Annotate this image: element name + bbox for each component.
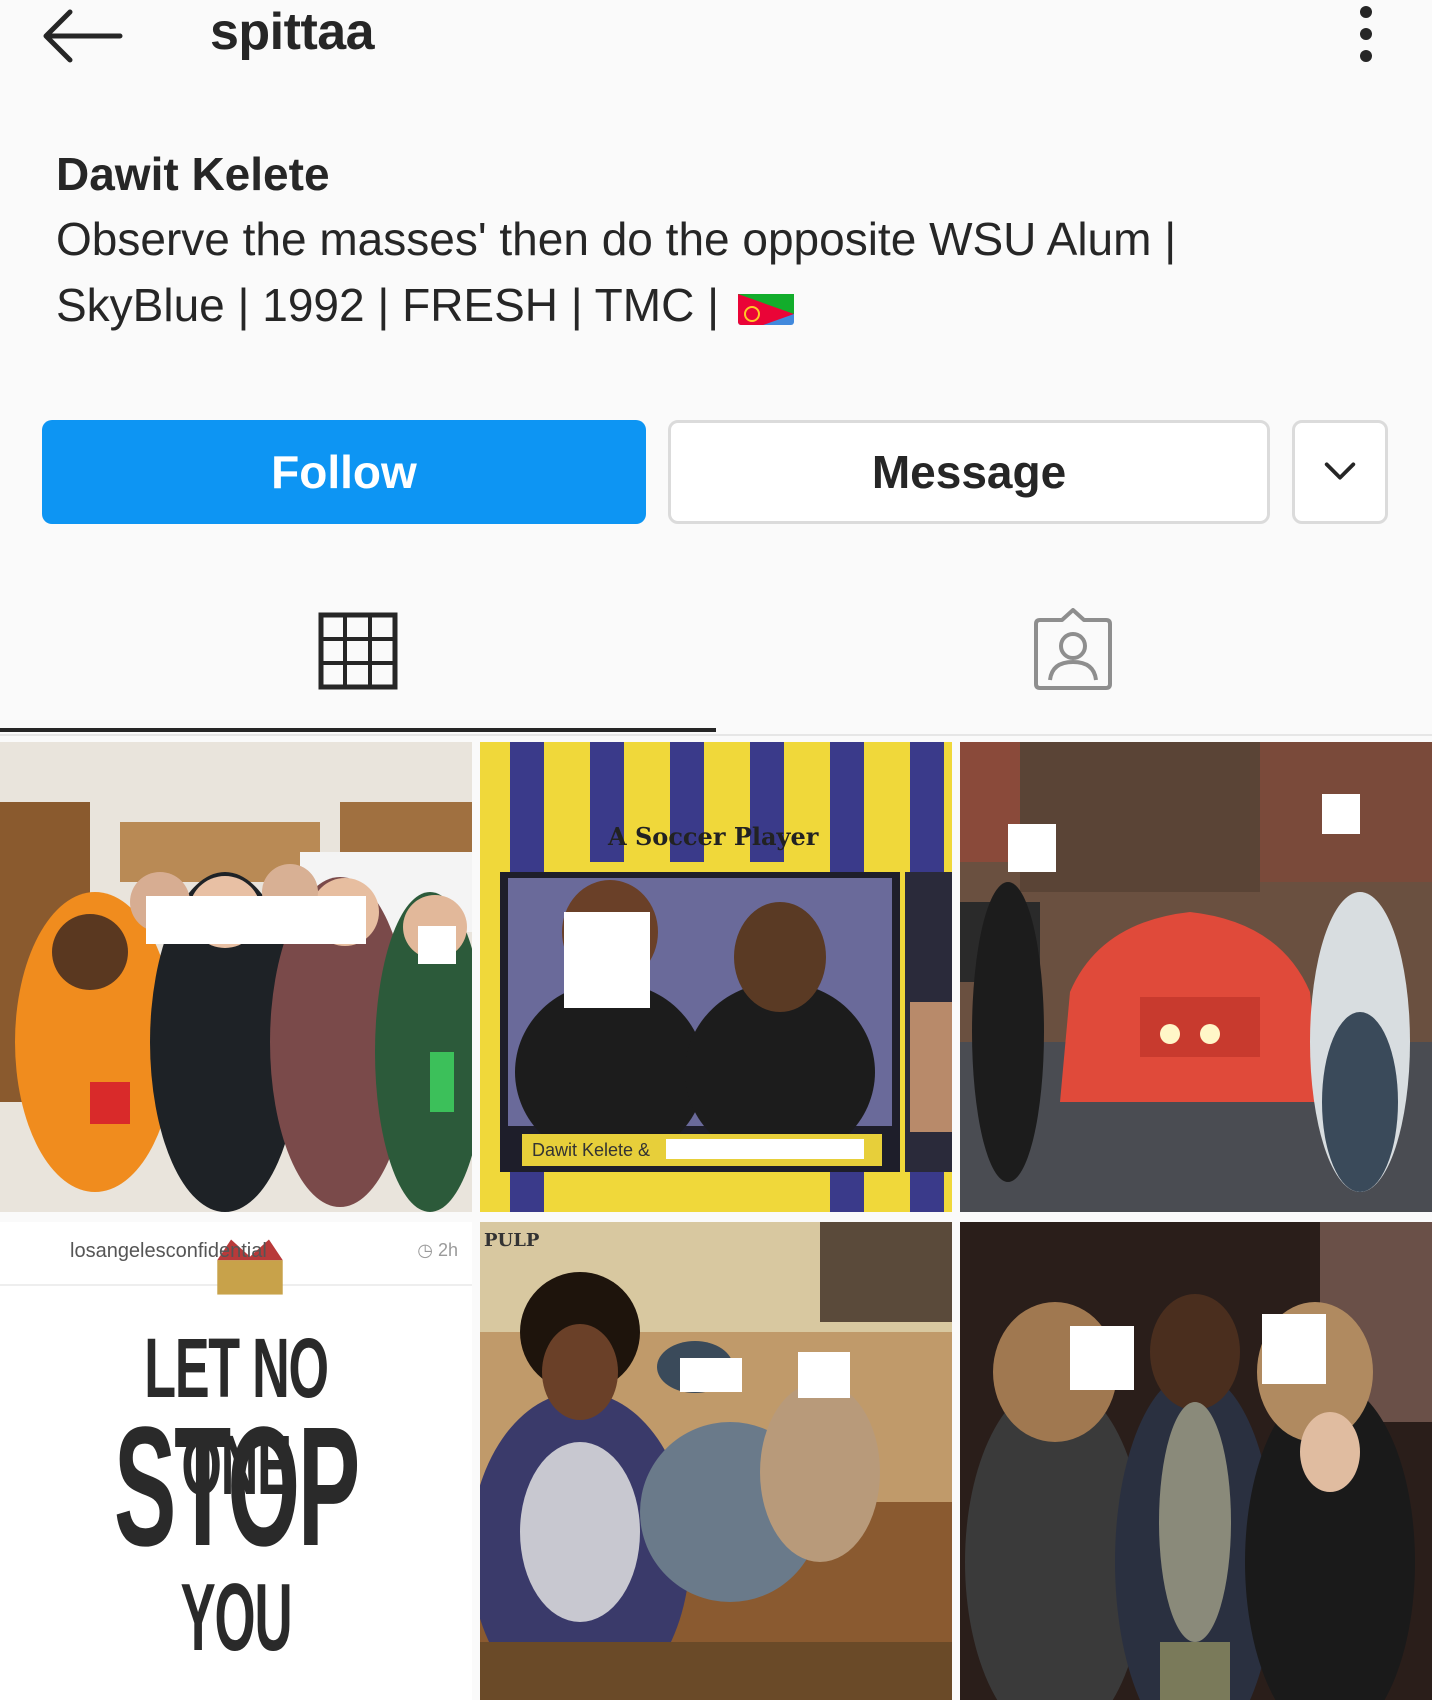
active-tab-indicator bbox=[0, 728, 716, 732]
yearbook-caption: A Soccer Player bbox=[608, 822, 819, 851]
post-thumbnail-1[interactable] bbox=[0, 742, 472, 1212]
posts-grid: A Soccer Player Dawit Kelete & losangele… bbox=[0, 742, 1432, 1700]
quote-post-header: losangelesconfidential ◷ 2h bbox=[0, 1222, 472, 1295]
profile-full-name: Dawit Kelete bbox=[56, 148, 330, 200]
post-thumbnail-2[interactable]: A Soccer Player Dawit Kelete & bbox=[480, 742, 952, 1212]
redaction-box bbox=[146, 896, 366, 944]
couch-photo bbox=[480, 1222, 952, 1700]
grid-icon[interactable] bbox=[318, 612, 398, 690]
quote-line-2: STOP bbox=[113, 1392, 360, 1582]
tagged-person-icon[interactable] bbox=[1032, 608, 1114, 690]
redaction-box bbox=[798, 1352, 850, 1398]
suggested-dropdown-button[interactable] bbox=[1292, 420, 1388, 524]
redaction-box bbox=[1070, 1326, 1134, 1390]
quote-post-time: ◷ 2h bbox=[417, 1240, 458, 1260]
redaction-box bbox=[666, 1139, 864, 1159]
car-photo bbox=[960, 742, 1432, 1212]
follow-button[interactable]: Follow bbox=[42, 420, 646, 524]
redaction-box bbox=[1322, 794, 1360, 834]
post-thumbnail-6[interactable] bbox=[960, 1222, 1432, 1700]
bio-line-1: Observe the masses' then do the opposite… bbox=[56, 213, 1177, 265]
message-button[interactable]: Message bbox=[668, 420, 1270, 524]
wall-sign-text: PULP bbox=[484, 1230, 540, 1251]
post-thumbnail-3[interactable] bbox=[960, 742, 1432, 1212]
post-thumbnail-5[interactable]: PULP bbox=[480, 1222, 952, 1700]
chevron-down-icon bbox=[1324, 462, 1356, 480]
redaction-box bbox=[564, 912, 650, 1008]
arrow-left-icon[interactable] bbox=[40, 8, 126, 64]
quote-post-account: losangelesconfidential bbox=[70, 1240, 267, 1262]
redaction-box bbox=[1262, 1314, 1326, 1384]
profile-bio: Observe the masses' then do the opposite… bbox=[56, 206, 1376, 338]
nightclub-photo bbox=[960, 1222, 1432, 1700]
eritrea-flag-icon bbox=[737, 285, 794, 325]
redaction-box bbox=[680, 1358, 742, 1392]
bio-line-2: SkyBlue | 1992 | FRESH | TMC | bbox=[56, 279, 732, 331]
profile-tab-bar bbox=[0, 590, 1432, 736]
profile-username: spittaa bbox=[210, 3, 375, 61]
profile-bio-section: Dawit Kelete Observe the masses' then do… bbox=[56, 144, 1376, 338]
redaction-box bbox=[418, 926, 456, 964]
yearbook-nameplate: Dawit Kelete & bbox=[532, 1140, 651, 1160]
post-thumbnail-4[interactable]: losangelesconfidential ◷ 2h LET NO ONE S… bbox=[0, 1222, 472, 1700]
quote-line-3: YOU bbox=[180, 1564, 292, 1671]
group-party-photo bbox=[0, 742, 472, 1212]
quote-post-time-value: 2h bbox=[437, 1240, 458, 1260]
top-bar: spittaa bbox=[0, 0, 1432, 70]
more-vertical-icon[interactable] bbox=[1352, 2, 1380, 66]
redaction-box bbox=[1008, 824, 1056, 872]
